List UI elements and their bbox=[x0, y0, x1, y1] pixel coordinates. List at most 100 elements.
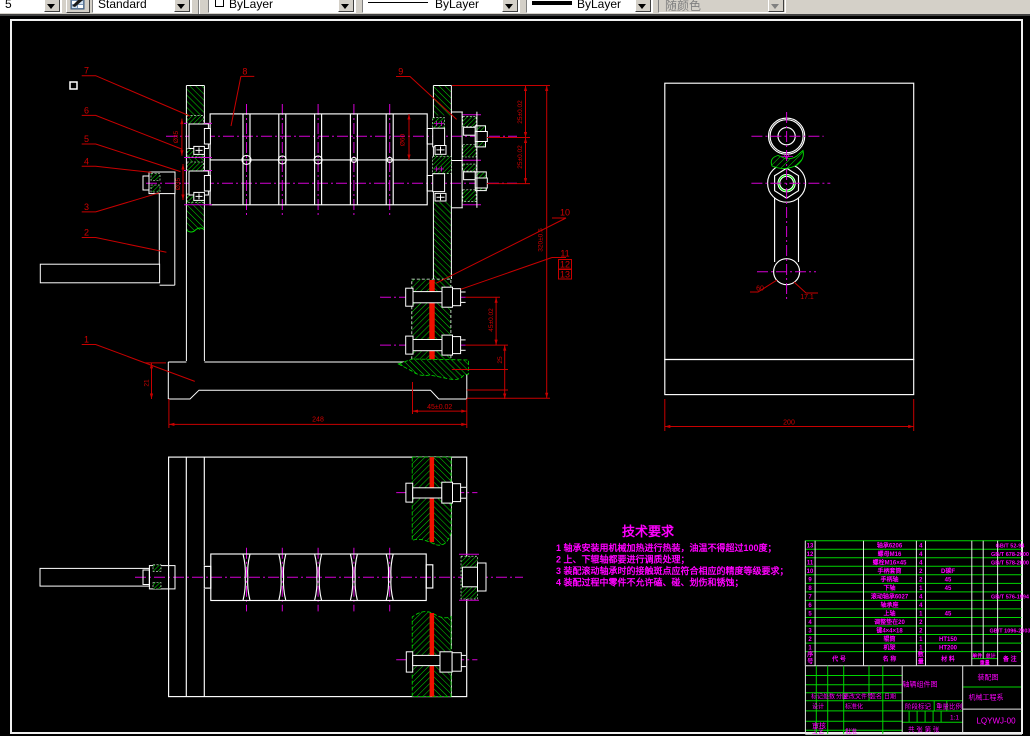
svg-text:12: 12 bbox=[807, 552, 814, 558]
svg-text:4: 4 bbox=[808, 620, 812, 626]
svg-text:滚动轴承6027: 滚动轴承6027 bbox=[871, 593, 909, 601]
svg-text:设计: 设计 bbox=[812, 703, 824, 711]
svg-text:9: 9 bbox=[398, 67, 403, 77]
svg-text:1: 1 bbox=[808, 646, 812, 652]
svg-text:工艺: 工艺 bbox=[812, 728, 824, 736]
svg-text:HT150: HT150 bbox=[939, 637, 958, 643]
svg-text:重量: 重量 bbox=[936, 703, 950, 711]
svg-text:数: 数 bbox=[918, 651, 925, 659]
svg-text:机械工程系: 机械工程系 bbox=[969, 693, 1004, 702]
svg-text:10: 10 bbox=[807, 569, 814, 575]
svg-text:45: 45 bbox=[945, 612, 952, 618]
svg-text:1:1: 1:1 bbox=[950, 715, 959, 722]
svg-text:号: 号 bbox=[807, 658, 813, 666]
svg-text:1: 1 bbox=[919, 612, 923, 618]
svg-text:轴承座: 轴承座 bbox=[880, 601, 898, 609]
svg-text:签名: 签名 bbox=[870, 693, 882, 701]
svg-text:7: 7 bbox=[808, 595, 812, 601]
svg-text:4: 4 bbox=[919, 543, 923, 549]
svg-text:12: 12 bbox=[560, 260, 570, 270]
svg-text:4: 4 bbox=[919, 552, 923, 558]
svg-text:3 装配滚动轴承时的接触斑点应符合相应的精度等级要求；: 3 装配滚动轴承时的接触斑点应符合相应的精度等级要求； bbox=[556, 565, 789, 577]
svg-text:螺母M16: 螺母M16 bbox=[878, 550, 902, 558]
svg-text:辊筒: 辊筒 bbox=[883, 635, 895, 643]
svg-text:7: 7 bbox=[84, 66, 89, 76]
svg-text:手柄轴: 手柄轴 bbox=[880, 575, 898, 583]
svg-text:25±0.02: 25±0.02 bbox=[517, 145, 524, 169]
svg-text:2: 2 bbox=[808, 637, 812, 643]
svg-text:2 上、下辊轴都要进行调质处理；: 2 上、下辊轴都要进行调质处理； bbox=[556, 554, 690, 566]
svg-text:轴承6206: 轴承6206 bbox=[877, 541, 903, 549]
svg-text:代 号: 代 号 bbox=[831, 655, 846, 663]
svg-text:4 装配过程中零件不允许磕、碰、划伤和锈蚀；: 4 装配过程中零件不允许磕、碰、划伤和锈蚀； bbox=[556, 577, 744, 589]
svg-text:Ø60: Ø60 bbox=[400, 133, 407, 146]
svg-text:上轴: 上轴 bbox=[883, 610, 895, 618]
svg-text:60: 60 bbox=[756, 286, 764, 293]
svg-text:阶段标记: 阶段标记 bbox=[905, 702, 932, 711]
svg-text:处数: 处数 bbox=[823, 693, 835, 701]
svg-text:轴辆组件图: 轴辆组件图 bbox=[903, 680, 938, 689]
svg-text:248: 248 bbox=[312, 417, 324, 424]
svg-text:标记: 标记 bbox=[811, 693, 823, 701]
svg-text:GB/T 578-2000: GB/T 578-2000 bbox=[991, 560, 1029, 566]
svg-text:13: 13 bbox=[560, 270, 570, 280]
svg-text:比例: 比例 bbox=[949, 702, 962, 711]
svg-text:标准化: 标准化 bbox=[845, 703, 863, 711]
svg-text:11: 11 bbox=[807, 560, 814, 566]
svg-text:更改文件号: 更改文件号 bbox=[843, 693, 873, 701]
svg-text:3: 3 bbox=[808, 629, 812, 635]
svg-text:4: 4 bbox=[919, 603, 923, 609]
svg-text:25: 25 bbox=[497, 356, 504, 364]
svg-text:量: 量 bbox=[918, 658, 924, 666]
svg-text:材 料: 材 料 bbox=[940, 655, 955, 663]
svg-text:200: 200 bbox=[783, 420, 795, 427]
svg-text:25±0.02: 25±0.02 bbox=[517, 100, 524, 124]
svg-text:4: 4 bbox=[84, 156, 89, 166]
svg-text:9: 9 bbox=[808, 577, 812, 583]
svg-text:备 注: 备 注 bbox=[1002, 655, 1017, 663]
svg-text:2: 2 bbox=[84, 228, 89, 238]
svg-text:3: 3 bbox=[84, 202, 89, 212]
svg-text:2: 2 bbox=[919, 569, 923, 575]
svg-text:日期: 日期 bbox=[884, 693, 896, 701]
svg-text:GB/T 678-2000: GB/T 678-2000 bbox=[991, 552, 1029, 558]
svg-text:Ø35: Ø35 bbox=[173, 130, 180, 143]
svg-text:6: 6 bbox=[808, 603, 812, 609]
svg-text:5: 5 bbox=[84, 134, 89, 144]
svg-text:45±0.02: 45±0.02 bbox=[427, 404, 452, 411]
svg-text:键4×4×18: 键4×4×18 bbox=[875, 627, 903, 635]
svg-text:机架: 机架 bbox=[883, 644, 895, 652]
svg-text:1: 1 bbox=[919, 646, 923, 652]
svg-text:批准: 批准 bbox=[845, 728, 857, 736]
svg-text:序: 序 bbox=[806, 651, 813, 659]
svg-text:D碳F: D碳F bbox=[941, 567, 955, 575]
svg-text:5: 5 bbox=[808, 612, 812, 618]
svg-text:技术要求: 技术要求 bbox=[622, 524, 675, 539]
svg-text:8: 8 bbox=[242, 67, 247, 77]
svg-text:2: 2 bbox=[919, 620, 923, 626]
svg-text:重量: 重量 bbox=[980, 659, 990, 666]
svg-text:HT200: HT200 bbox=[939, 646, 958, 652]
svg-text:Ø35: Ø35 bbox=[175, 177, 182, 190]
svg-text:手柄套筒: 手柄套筒 bbox=[877, 567, 901, 575]
svg-text:1: 1 bbox=[919, 637, 923, 643]
svg-text:1: 1 bbox=[919, 586, 923, 592]
svg-text:45±0.02: 45±0.02 bbox=[488, 308, 495, 332]
svg-text:总计: 总计 bbox=[986, 652, 996, 659]
svg-text:1 轴承安装用机械加热进行热装，油温不得超过100度；: 1 轴承安装用机械加热进行热装，油温不得超过100度； bbox=[556, 542, 777, 554]
svg-text:10: 10 bbox=[560, 208, 570, 218]
svg-text:装配图: 装配图 bbox=[978, 673, 999, 682]
svg-text:LQYWJ-00: LQYWJ-00 bbox=[976, 717, 1016, 726]
svg-text:4: 4 bbox=[919, 595, 923, 601]
svg-text:17.1: 17.1 bbox=[800, 294, 814, 301]
svg-text:2: 2 bbox=[919, 577, 923, 583]
svg-text:21: 21 bbox=[144, 379, 151, 387]
svg-text:GB/T 52-94: GB/T 52-94 bbox=[996, 543, 1026, 549]
svg-text:下轴: 下轴 bbox=[883, 584, 895, 592]
svg-text:45: 45 bbox=[945, 577, 952, 583]
svg-text:11: 11 bbox=[560, 249, 569, 259]
svg-text:45: 45 bbox=[945, 586, 952, 592]
svg-text:GB/T 576-1994: GB/T 576-1994 bbox=[991, 595, 1030, 601]
svg-text:螺栓M16×45: 螺栓M16×45 bbox=[873, 558, 908, 566]
svg-text:调整垫在20: 调整垫在20 bbox=[874, 618, 905, 626]
